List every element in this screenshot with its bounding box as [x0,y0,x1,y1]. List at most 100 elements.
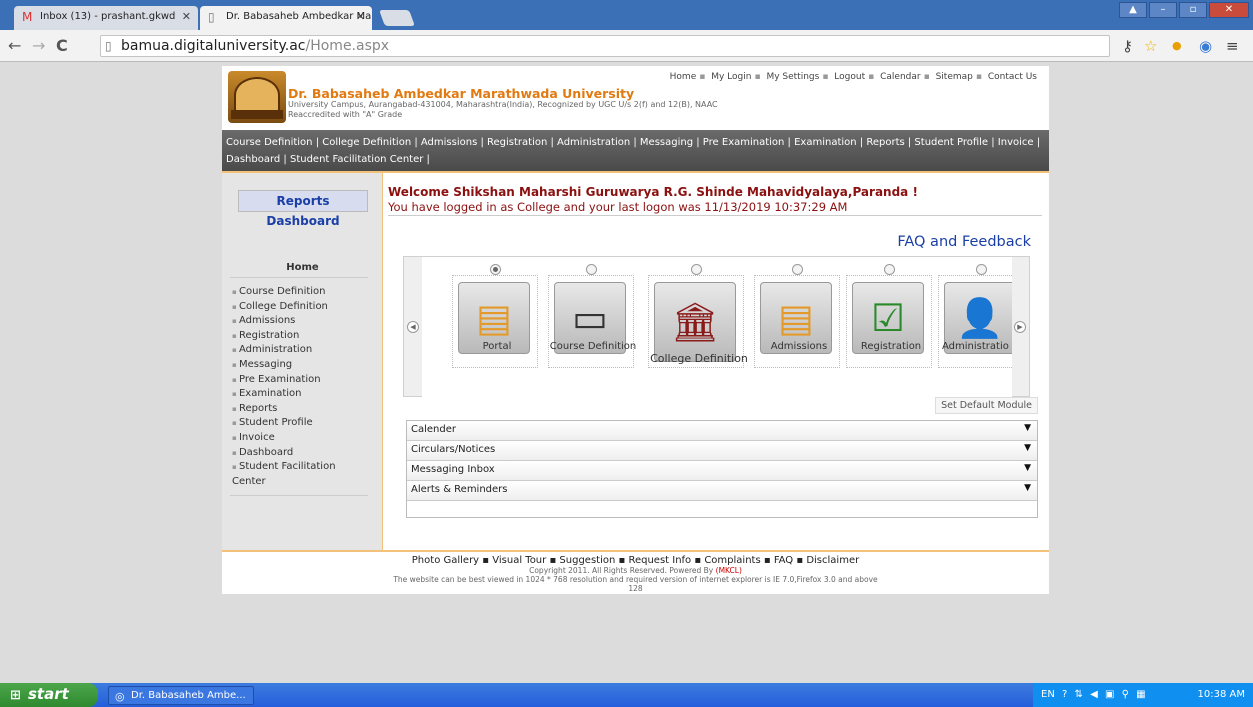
back-icon[interactable]: ← [8,36,21,55]
start-button[interactable]: ⊞ start [0,683,98,707]
accordion-calender[interactable]: Calender ▼ [407,421,1037,441]
university-logo[interactable] [228,71,286,123]
toplink-home[interactable]: Home [670,72,697,82]
module-college-definition[interactable]: 🏛 College Definition [648,257,750,387]
accordion-messaging-inbox[interactable]: Messaging Inbox ▼ [407,461,1037,481]
extension-power-icon[interactable]: ◉ [1199,37,1212,55]
sidebar-item-dashboard[interactable]: Dashboard [232,446,372,461]
footer-link-photo-gallery[interactable]: Photo Gallery [412,555,479,566]
footer-link-suggestion[interactable]: Suggestion [559,555,615,566]
reload-icon[interactable]: C [56,36,68,55]
url-path: /Home.aspx [305,38,390,54]
sidebar-item-examination[interactable]: Examination [232,387,372,402]
toplink-sitemap[interactable]: Sitemap [936,72,973,82]
search-tray-icon[interactable]: ⚲ [1122,689,1129,700]
volume-icon[interactable]: ◀ [1090,689,1098,700]
forward-icon[interactable]: → [32,36,45,55]
module-admissions[interactable]: ▤ Admissions [754,257,844,387]
toplink-calendar[interactable]: Calendar [880,72,920,82]
sidebar-item-registration[interactable]: Registration [232,329,372,344]
module-label: Admissions [770,341,828,352]
taskbar-item-chrome[interactable]: ◎ Dr. Babasaheb Ambe... [108,686,254,705]
language-indicator[interactable]: EN [1041,689,1055,700]
gmail-icon: M [22,10,33,24]
sidebar-item-student-facilitation-center[interactable]: Student Facilitation Center [232,460,372,489]
close-tab-icon[interactable]: ✕ [182,10,191,23]
footer-link-request-info[interactable]: Request Info [628,555,691,566]
chevron-down-icon[interactable]: ▼ [1024,463,1031,473]
key-icon[interactable]: ⚷ [1122,37,1133,55]
sidebar-item-reports[interactable]: Reports [232,402,372,417]
network-icon[interactable]: ⇅ [1075,689,1083,700]
sidebar-item-admissions[interactable]: Admissions [232,314,372,329]
minimize-button[interactable]: – [1149,2,1177,18]
maximize-button[interactable]: ▫ [1179,2,1207,18]
sidebar-item-invoice[interactable]: Invoice [232,431,372,446]
help-icon[interactable]: ? [1062,689,1067,700]
sidebar-item-college-definition[interactable]: College Definition [232,300,372,315]
module-course-definition[interactable]: ▭ Course Definition [548,257,638,387]
module-radio[interactable] [490,264,501,275]
tray-app-icon[interactable]: ▦ [1136,689,1145,700]
sidebar-home-title[interactable]: Home [222,262,383,273]
sidebar-item-messaging[interactable]: Messaging [232,358,372,373]
carousel-prev-icon[interactable]: ◀ [407,321,419,333]
reports-dashboard-button[interactable]: Reports Dashboard [238,190,368,228]
accordion-alerts-reminders[interactable]: Alerts & Reminders ▼ [407,481,1037,501]
carousel-next-icon[interactable]: ▶ [1014,321,1026,333]
set-default-module-button[interactable]: Set Default Module [935,397,1038,414]
module-radio[interactable] [792,264,803,275]
tab-university[interactable]: ▯ Dr. Babasaheb Ambedkar Ma ✕ [200,6,372,30]
url-host: bamua.digitaluniversity.ac [121,38,306,54]
mkcl-link[interactable]: (MKCL) [716,566,742,575]
main-menu-bar[interactable]: Course Definition | College Definition |… [222,130,1049,173]
sidebar-item-pre-examination[interactable]: Pre Examination [232,373,372,388]
accordion-label: Calender [411,424,456,435]
menu-icon[interactable]: ≡ [1226,37,1239,55]
user-icon[interactable]: ▲ [1119,2,1147,18]
footer-link-visual-tour[interactable]: Visual Tour [492,555,546,566]
module-radio[interactable] [691,264,702,275]
sidebar-item-student-profile[interactable]: Student Profile [232,416,372,431]
footer-link-faq[interactable]: FAQ [774,555,793,566]
extension-icon[interactable]: ● [1172,39,1182,52]
tab-gmail-inbox[interactable]: M Inbox (13) - prashant.gkwd ✕ [14,6,198,30]
module-administration[interactable]: 👤 Administratio [938,257,1012,387]
chevron-down-icon[interactable]: ▼ [1024,443,1031,453]
toplink-my-login[interactable]: My Login [711,72,751,82]
module-label: Registration [860,341,922,352]
sidebar: Reports Dashboard Home Course Definition… [222,173,383,550]
windows-flag-icon: ⊞ [10,688,21,703]
university-address: University Campus, Aurangabad-431004, Ma… [288,100,718,109]
faq-feedback-link[interactable]: FAQ and Feedback [897,234,1031,250]
module-radio[interactable] [976,264,987,275]
close-tab-icon[interactable]: ✕ [356,10,365,23]
accordion-label: Alerts & Reminders [411,484,508,495]
clock[interactable]: 10:38 AM [1198,689,1245,700]
module-label: Portal [482,341,512,352]
module-label: Course Definition [549,341,637,352]
toplink-my-settings[interactable]: My Settings [766,72,819,82]
accordion-circulars-notices[interactable]: Circulars/Notices ▼ [407,441,1037,461]
chevron-down-icon[interactable]: ▼ [1024,423,1031,433]
module-radio[interactable] [586,264,597,275]
university-grade: Reaccredited with "A" Grade [288,110,403,119]
sidebar-item-course-definition[interactable]: Course Definition [232,285,372,300]
toplink-contact-us[interactable]: Contact Us [988,72,1037,82]
close-window-button[interactable]: ✕ [1209,2,1249,18]
new-tab-button[interactable] [379,10,415,26]
footer-link-disclaimer[interactable]: Disclaimer [806,555,859,566]
copyright-text: Copyright 2011. All Rights Reserved. Pow… [529,566,714,575]
bookmark-star-icon[interactable]: ☆ [1144,37,1157,55]
tray-app-icon[interactable]: ▣ [1105,689,1114,700]
toplink-logout[interactable]: Logout [834,72,865,82]
footer-link-complaints[interactable]: Complaints [704,555,760,566]
module-radio[interactable] [884,264,895,275]
chevron-down-icon[interactable]: ▼ [1024,483,1031,493]
module-portal[interactable]: ▤ Portal [452,257,542,387]
start-label: start [28,685,69,703]
divider [230,277,368,278]
sidebar-item-administration[interactable]: Administration [232,343,372,358]
module-registration[interactable]: ☑ Registration [846,257,936,387]
address-bar[interactable]: ▯ bamua.digitaluniversity.ac/Home.aspx [100,35,1110,57]
